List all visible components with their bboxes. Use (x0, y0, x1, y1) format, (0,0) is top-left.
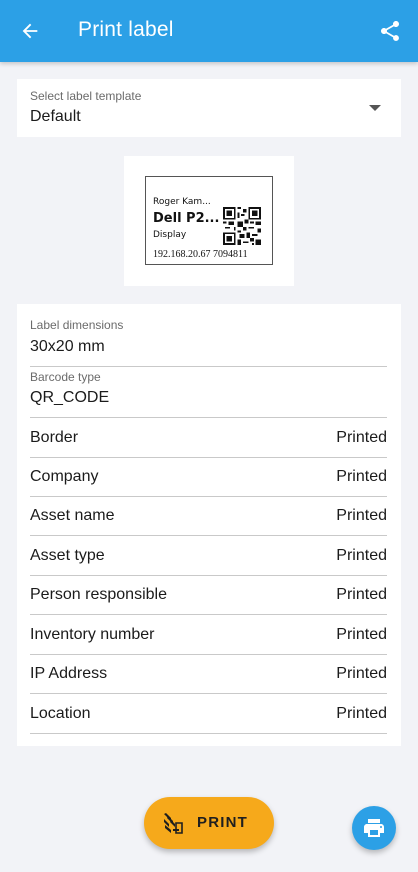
page-title: Print label (78, 18, 174, 41)
setting-row-label: Inventory number (30, 626, 155, 643)
setting-row-label: Location (30, 705, 91, 722)
template-select-value: Default (30, 108, 81, 125)
setting-row-asset-name[interactable]: Asset name Printed (30, 496, 387, 536)
printer-icon (364, 819, 384, 837)
arrow-left-icon (22, 23, 38, 39)
share-icon (381, 21, 399, 41)
setting-row-value: Printed (336, 547, 387, 564)
back-button[interactable] (16, 17, 44, 45)
print-button[interactable]: PRINT (144, 797, 274, 849)
label-preview-container: Roger Kam... Dell P2... Display 192.168.… (124, 156, 294, 286)
preview-asset-type: Display (153, 230, 187, 240)
setting-row-label: Person responsible (30, 586, 167, 603)
preview-ip-inventory: 192.168.20.67 7094811 (153, 249, 248, 260)
barcode-type-value: QR_CODE (30, 389, 110, 406)
setting-row-value: Printed (336, 468, 387, 485)
app-bar: Print label (0, 0, 418, 62)
label-dimensions-label: Label dimensions (30, 318, 124, 332)
setting-row-value: Printed (336, 507, 387, 524)
setting-row-value: Printed (336, 665, 387, 682)
template-select-label: Select label template (30, 89, 142, 103)
setting-row-inventory-number[interactable]: Inventory number Printed (30, 615, 387, 655)
setting-row-person-responsible[interactable]: Person responsible Printed (30, 575, 387, 615)
qr-code-icon (223, 207, 261, 245)
setting-row-border[interactable]: Border Printed (30, 418, 387, 458)
label-dimensions-field[interactable]: Label dimensions 30x20 mm (30, 304, 387, 367)
label-preview: Roger Kam... Dell P2... Display 192.168.… (145, 176, 273, 265)
setting-row-value: Printed (336, 705, 387, 722)
setting-row-label: Asset type (30, 547, 105, 564)
label-dimensions-value: 30x20 mm (30, 338, 105, 355)
zebra-printer-icon (164, 813, 183, 834)
setting-row-label: Asset name (30, 507, 115, 524)
setting-row-company[interactable]: Company Printed (30, 457, 387, 497)
setting-row-ip-address[interactable]: IP Address Printed (30, 654, 387, 694)
setting-row-value: Printed (336, 586, 387, 603)
preview-person: Roger Kam... (153, 197, 211, 207)
setting-row-value: Printed (336, 429, 387, 446)
dropdown-arrow-icon (369, 105, 381, 111)
barcode-type-field[interactable]: Barcode type QR_CODE (30, 367, 387, 418)
print-button-label: PRINT (197, 814, 248, 831)
label-template-select[interactable]: Select label template Default (17, 79, 401, 137)
printer-settings-button[interactable] (352, 806, 396, 850)
share-button[interactable] (376, 17, 404, 45)
setting-row-label: Company (30, 468, 99, 485)
setting-row-asset-type[interactable]: Asset type Printed (30, 536, 387, 576)
setting-row-location[interactable]: Location Printed (30, 694, 387, 734)
barcode-type-label: Barcode type (30, 370, 101, 384)
setting-row-value: Printed (336, 626, 387, 643)
label-settings-card: Label dimensions 30x20 mm Barcode type Q… (17, 304, 401, 746)
setting-row-label: IP Address (30, 665, 108, 682)
preview-asset-name: Dell P2... (153, 211, 220, 226)
setting-row-label: Border (30, 429, 79, 446)
